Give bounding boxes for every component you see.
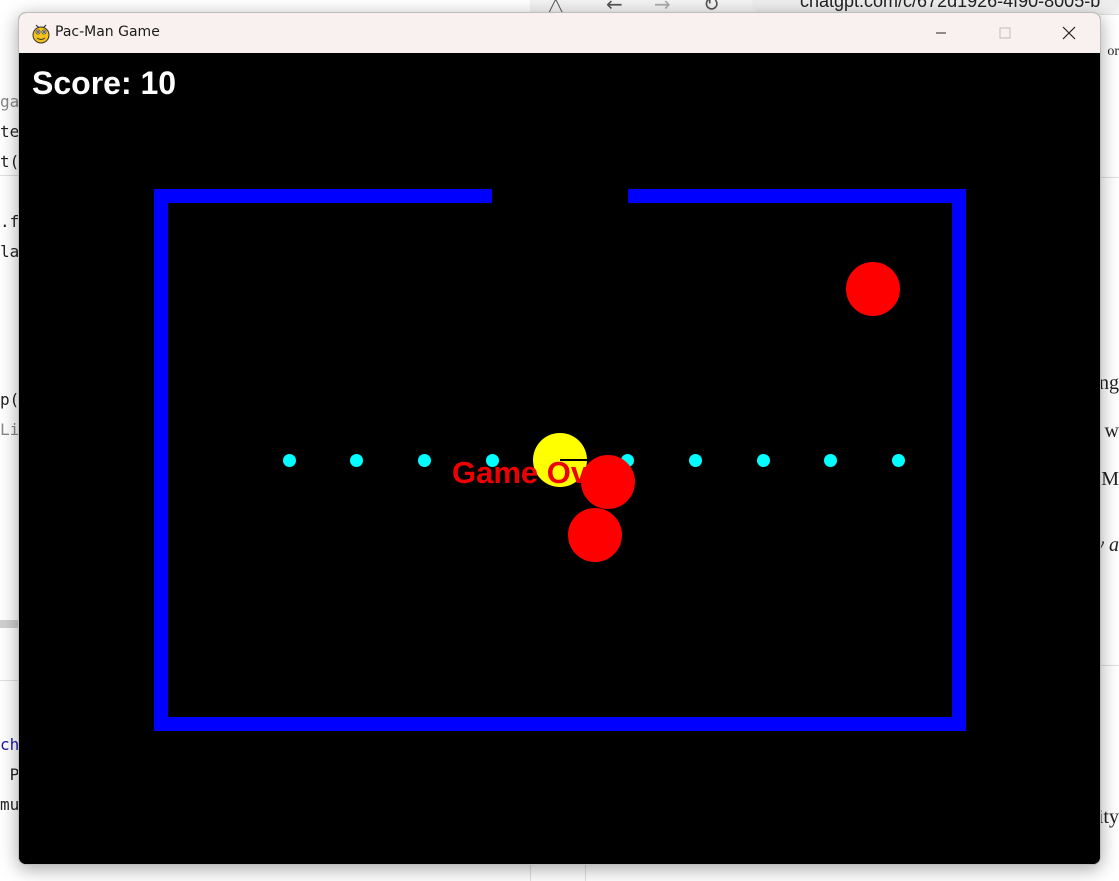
maximize-button[interactable]	[973, 13, 1037, 53]
ghost	[568, 508, 622, 562]
game-canvas[interactable]: Score: 10 Game Over!	[19, 53, 1100, 864]
close-button[interactable]	[1037, 13, 1100, 53]
pygame-snake-icon	[32, 24, 50, 44]
pellet	[418, 454, 431, 467]
browser-text-fragment: ity	[1097, 806, 1119, 828]
code-fragment: t(	[0, 152, 20, 171]
divider	[1101, 177, 1119, 178]
divider	[1101, 665, 1119, 666]
pellet	[824, 454, 837, 467]
divider	[0, 175, 18, 176]
maximize-icon	[999, 27, 1011, 39]
code-fragment: Li	[0, 420, 20, 439]
browser-text-fragment: w	[1104, 420, 1119, 442]
title-bar[interactable]: Pac-Man Game	[19, 13, 1100, 53]
pellet	[350, 454, 363, 467]
browser-text-fragment: or	[1107, 44, 1119, 59]
pellet	[892, 454, 905, 467]
code-fragment: te	[0, 122, 20, 141]
wall-bottom	[154, 717, 966, 731]
pellet	[757, 454, 770, 467]
pellet	[283, 454, 296, 467]
code-fragment: ga	[0, 92, 20, 111]
code-fragment: la	[0, 242, 20, 261]
wall-top-left	[154, 189, 492, 203]
game-window: Pac-Man Game Score: 10 Game Over!	[18, 12, 1101, 865]
minimize-button[interactable]	[909, 13, 973, 53]
score-label: Score: 10	[32, 65, 177, 101]
browser-text-fragment: M	[1101, 468, 1119, 490]
code-fragment: p(	[0, 390, 20, 409]
code-fragment: P	[0, 765, 20, 784]
browser-text-fragment: ng	[1099, 372, 1119, 394]
ghost	[581, 455, 635, 509]
scrollbar-track[interactable]	[0, 620, 18, 628]
code-fragment: mu	[0, 795, 20, 814]
minimize-icon	[936, 32, 946, 34]
wall-left	[154, 189, 168, 731]
pellet	[689, 454, 702, 467]
divider	[0, 680, 18, 681]
wall-top-right	[628, 189, 966, 203]
close-icon	[1062, 26, 1076, 40]
window-title: Pac-Man Game	[55, 24, 160, 40]
wall-right	[952, 189, 966, 731]
code-fragment: .f	[0, 212, 20, 231]
ghost	[846, 262, 900, 316]
code-fragment: ch	[0, 735, 20, 754]
